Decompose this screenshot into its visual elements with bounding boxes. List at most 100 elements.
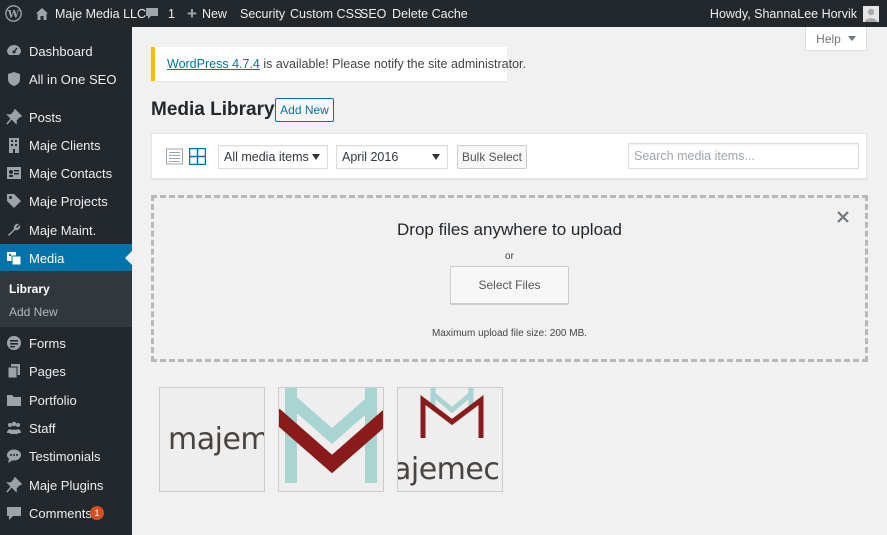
wordpress-logo-icon[interactable]: W <box>5 5 22 22</box>
max-upload-size: Maximum upload file size: 200 MB. <box>431 328 588 339</box>
admin-bar: W Maje Media LLC 1 + New Security Custom… <box>0 0 887 27</box>
sidebar-item-label: Forms <box>29 336 66 351</box>
security-link[interactable]: Security <box>240 0 285 27</box>
media-thumbnail[interactable]: ajemec <box>397 387 503 492</box>
id-card-icon <box>7 167 21 179</box>
current-menu-arrow <box>125 251 132 265</box>
sidebar-item-portfolio[interactable]: Portfolio <box>0 386 132 414</box>
my-account[interactable]: Howdy, ShannaLee Horvik <box>710 0 887 27</box>
sidebar-item-maje-clients[interactable]: Maje Clients <box>0 131 132 159</box>
dropdown-arrow-icon <box>312 154 320 160</box>
sidebar-item-label: Maje Projects <box>29 194 108 209</box>
media-thumbnail[interactable]: majem <box>159 387 265 492</box>
submenu-library[interactable]: Library <box>9 282 50 296</box>
sidebar-item-label: Maje Plugins <box>29 478 104 493</box>
speech-bubble-icon <box>7 449 21 463</box>
sidebar-item-label: Posts <box>29 110 62 125</box>
new-label: New <box>201 6 227 21</box>
sidebar-item-maje-plugins[interactable]: Maje Plugins <box>0 471 132 499</box>
upload-dropzone[interactable]: Drop files anywhere to upload or Select … <box>151 195 868 362</box>
dropdown-arrow-icon <box>432 154 440 160</box>
select-files-button[interactable]: Select Files <box>450 266 569 304</box>
update-notice: WordPress 4.7.4 is available! Please not… <box>151 47 526 81</box>
notice-message: is available! Please notify the site adm… <box>259 57 526 71</box>
sidebar-item-label: Pages <box>29 364 66 379</box>
comment-icon <box>7 507 21 520</box>
sidebar-item-comments[interactable]: Comments 1 <box>0 499 132 527</box>
sidebar-item-pages[interactable]: Pages <box>0 357 132 385</box>
sidebar-item-forms[interactable]: Forms <box>0 329 132 357</box>
wrench-icon <box>8 223 21 236</box>
list-view-icon[interactable] <box>166 148 183 165</box>
caret-down-icon <box>847 36 856 41</box>
tag-icon <box>7 194 21 208</box>
home-icon <box>36 7 48 20</box>
add-new-button[interactable]: Add New <box>275 98 334 122</box>
custom-css-label: Custom CSS <box>290 6 363 21</box>
seo-link[interactable]: SEO <box>360 0 386 27</box>
sidebar-item-label: Dashboard <box>29 44 93 59</box>
sidebar-item-posts[interactable]: Posts <box>0 103 132 131</box>
media-submenu: Library Add New <box>0 271 132 327</box>
help-button[interactable]: Help <box>805 27 867 51</box>
sidebar-item-testimonials[interactable]: Testimonials <box>0 442 132 470</box>
forms-icon <box>7 336 21 350</box>
drop-files-heading: Drop files anywhere to upload <box>397 220 622 239</box>
custom-css-link[interactable]: Custom CSS <box>290 0 362 27</box>
media-type-select[interactable]: All media items <box>218 145 328 169</box>
sidebar-item-label: Comments <box>29 506 92 521</box>
media-type-value: All media items <box>224 150 309 164</box>
site-name: Maje Media LLC <box>55 6 147 21</box>
building-icon <box>9 138 19 153</box>
pages-icon <box>7 364 20 379</box>
media-thumbnail[interactable] <box>278 387 384 492</box>
sidebar-item-label: Testimonials <box>29 449 101 464</box>
sidebar-item-label: Staff <box>29 421 56 436</box>
dashboard-icon <box>7 45 21 55</box>
sidebar-item-label: All in One SEO <box>29 72 117 87</box>
sidebar-item-dashboard[interactable]: Dashboard <box>0 37 132 65</box>
maje-m-logo-image <box>279 388 383 491</box>
comments-badge: 1 <box>90 506 104 520</box>
sidebar-item-maje-contacts[interactable]: Maje Contacts <box>0 159 132 187</box>
new-content-link[interactable]: + New <box>187 0 227 27</box>
svg-text:W: W <box>7 8 20 20</box>
wordpress-version-link[interactable]: WordPress 4.7.4 <box>167 57 260 71</box>
comment-icon <box>146 8 158 19</box>
site-name-link[interactable]: Maje Media LLC <box>35 0 146 27</box>
date-filter-select[interactable]: April 2016 <box>336 145 448 169</box>
sidebar-item-label: Maje Maint. <box>29 223 97 238</box>
greeting: Howdy, ShannaLee Horvik <box>709 6 857 21</box>
sidebar-item-staff[interactable]: Staff <box>0 414 132 442</box>
seo-label: SEO <box>360 6 387 21</box>
media-icon <box>7 252 22 266</box>
thumbnail-text: ajemec <box>397 452 500 487</box>
security-label: Security <box>240 6 286 21</box>
avatar <box>863 5 879 22</box>
sidebar-item-all-in-one-seo[interactable]: All in One SEO <box>0 65 132 93</box>
people-icon <box>7 421 21 434</box>
search-input[interactable]: Search media items... <box>628 143 859 169</box>
grid-view-icon[interactable] <box>189 148 206 165</box>
submenu-add-new[interactable]: Add New <box>9 305 58 319</box>
help-label: Help <box>816 31 841 46</box>
sidebar-item-media[interactable]: Media <box>0 244 132 272</box>
comments-count: 1 <box>168 6 175 21</box>
delete-cache-link[interactable]: Delete Cache <box>392 0 468 27</box>
sidebar-item-label: Maje Clients <box>29 138 101 153</box>
close-icon[interactable] <box>835 209 851 225</box>
sidebar-item-label: Portfolio <box>29 393 77 408</box>
plus-icon: + <box>187 4 197 23</box>
date-filter-value: April 2016 <box>342 150 399 164</box>
or-label: or <box>505 251 514 262</box>
folder-icon <box>7 395 21 406</box>
sidebar-item-maje-projects[interactable]: Maje Projects <box>0 187 132 215</box>
media-toolbar: All media items April 2016 Bulk Select S… <box>151 133 867 179</box>
sidebar-item-label: Media <box>29 251 65 266</box>
admin-sidebar: Dashboard All in One SEO Posts Maje Clie… <box>0 27 132 535</box>
comments-link[interactable]: 1 <box>145 0 175 27</box>
sidebar-item-maje-maint[interactable]: Maje Maint. <box>0 216 132 244</box>
bulk-select-button[interactable]: Bulk Select <box>457 145 527 169</box>
pushpin-icon <box>6 477 22 493</box>
thumbnail-text: majem <box>168 422 265 457</box>
